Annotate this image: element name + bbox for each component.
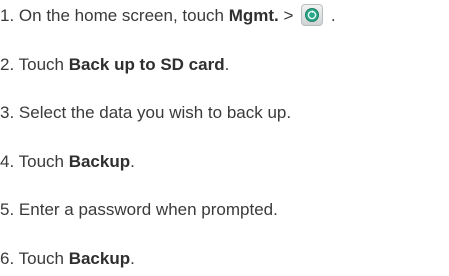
step-number: 2. bbox=[0, 55, 15, 74]
instruction-list: 1. On the home screen, touch Mgmt. > . 2… bbox=[0, 0, 449, 276]
step-4: 4. Touch Backup. bbox=[0, 150, 135, 174]
step-number: 5. bbox=[0, 200, 15, 219]
step-text: Select the data you wish to back up. bbox=[18, 103, 292, 122]
step-text: Enter a password when prompted. bbox=[18, 200, 278, 219]
step-2: 2. Touch Back up to SD card. bbox=[0, 53, 229, 77]
step-text: Touch bbox=[18, 55, 69, 74]
step-1: 1. On the home screen, touch Mgmt. > . bbox=[0, 3, 336, 28]
step-text: > bbox=[278, 6, 299, 25]
step-emphasis: Backup bbox=[68, 249, 131, 268]
step-text: . bbox=[130, 152, 135, 171]
step-emphasis: Backup bbox=[68, 152, 131, 171]
step-number: 4. bbox=[0, 152, 15, 171]
step-number: 3. bbox=[0, 103, 15, 122]
step-text: . bbox=[326, 6, 336, 25]
step-5: 5. Enter a password when prompted. bbox=[0, 198, 278, 222]
step-3: 3. Select the data you wish to back up. bbox=[0, 101, 291, 125]
backup-app-icon bbox=[301, 3, 324, 26]
step-emphasis: Back up to SD card bbox=[68, 55, 225, 74]
step-text: On the home screen, touch bbox=[18, 6, 229, 25]
step-text: . bbox=[130, 249, 135, 268]
step-number: 1. bbox=[0, 6, 15, 25]
step-emphasis: Mgmt. bbox=[228, 6, 279, 25]
step-6: 6. Touch Backup. bbox=[0, 247, 135, 271]
step-text: Touch bbox=[18, 249, 69, 268]
backup-app-icon-graphic bbox=[305, 7, 320, 22]
step-number: 6. bbox=[0, 249, 15, 268]
step-text: . bbox=[224, 55, 230, 74]
step-text: Touch bbox=[18, 152, 69, 171]
